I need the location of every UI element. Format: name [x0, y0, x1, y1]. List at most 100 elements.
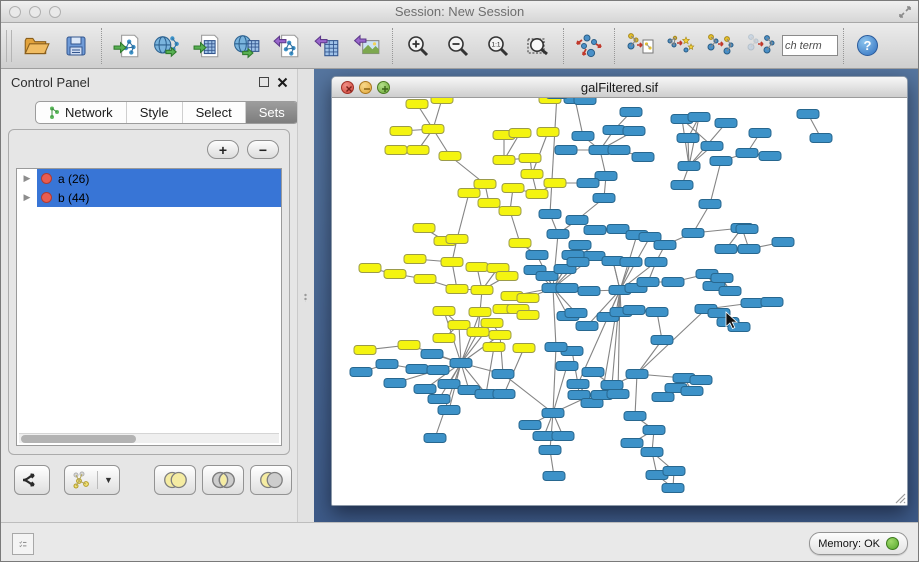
graph-node[interactable]	[433, 334, 455, 343]
graph-node[interactable]	[759, 152, 781, 161]
graph-node[interactable]	[607, 390, 629, 399]
graph-node[interactable]	[458, 189, 480, 198]
graph-node[interactable]	[576, 322, 598, 331]
network-frame[interactable]: galFiltered.sif	[331, 76, 908, 506]
fullscreen-icon[interactable]	[898, 5, 912, 19]
export-image-button[interactable]	[347, 26, 387, 66]
graph-node[interactable]	[543, 472, 565, 481]
graph-node[interactable]	[646, 308, 668, 317]
graph-node[interactable]	[509, 129, 531, 138]
graph-node[interactable]	[690, 376, 712, 385]
set-row[interactable]: ▶ a (26)	[17, 169, 281, 188]
remove-set-button[interactable]: −	[247, 140, 279, 159]
network-canvas[interactable]	[332, 98, 907, 505]
graph-node[interactable]	[354, 346, 376, 355]
help-button[interactable]: ?	[857, 35, 878, 56]
export-table-button[interactable]	[307, 26, 347, 66]
tab-select[interactable]: Select	[183, 102, 246, 123]
graph-node[interactable]	[578, 287, 600, 296]
graph-node[interactable]	[526, 190, 548, 199]
graph-node[interactable]	[424, 434, 446, 443]
graph-node[interactable]	[539, 446, 561, 455]
zoom-selected-button[interactable]	[518, 26, 558, 66]
graph-node[interactable]	[711, 274, 733, 283]
graph-node[interactable]	[641, 448, 663, 457]
graph-node[interactable]	[584, 226, 606, 235]
graph-node[interactable]	[376, 360, 398, 369]
open-session-button[interactable]	[16, 26, 56, 66]
graph-node[interactable]	[492, 370, 514, 379]
graph-node[interactable]	[749, 129, 771, 138]
graph-node[interactable]	[406, 365, 428, 374]
add-set-button[interactable]: +	[207, 140, 239, 159]
graph-node[interactable]	[637, 278, 659, 287]
graph-node[interactable]	[688, 113, 710, 122]
graph-node[interactable]	[439, 152, 461, 161]
graph-node[interactable]	[438, 406, 460, 415]
split-set-button[interactable]	[14, 465, 50, 495]
hide-selected-button[interactable]	[700, 26, 740, 66]
graph-node[interactable]	[496, 272, 518, 281]
graph-node[interactable]	[620, 108, 642, 117]
graph-node[interactable]	[481, 319, 503, 328]
splitter-grip[interactable]	[303, 293, 308, 302]
intersect-sets-button[interactable]	[202, 465, 244, 495]
graph-node[interactable]	[761, 298, 783, 307]
task-history-button[interactable]	[12, 533, 34, 555]
panel-splitter[interactable]	[297, 69, 314, 522]
graph-node[interactable]	[741, 299, 763, 308]
graph-node[interactable]	[623, 127, 645, 136]
graph-node[interactable]	[478, 199, 500, 208]
graph-node[interactable]	[738, 245, 760, 254]
graph-node[interactable]	[556, 284, 578, 293]
union-sets-button[interactable]	[154, 465, 196, 495]
expand-arrow-icon[interactable]: ▶	[17, 173, 37, 184]
graph-node[interactable]	[422, 125, 444, 134]
graph-node[interactable]	[448, 321, 470, 330]
graph-node[interactable]	[385, 146, 407, 155]
graph-node[interactable]	[384, 379, 406, 388]
export-network-button[interactable]	[267, 26, 307, 66]
graph-node[interactable]	[608, 146, 630, 155]
graph-node[interactable]	[489, 331, 511, 340]
graph-node[interactable]	[662, 278, 684, 287]
graph-node[interactable]	[414, 275, 436, 284]
tab-sets[interactable]: Sets	[246, 102, 298, 123]
graph-node[interactable]	[519, 421, 541, 430]
graph-node[interactable]	[621, 439, 643, 448]
graph-node[interactable]	[645, 258, 667, 267]
graph-node[interactable]	[603, 126, 625, 135]
graph-node[interactable]	[701, 142, 723, 151]
graph-node[interactable]	[537, 128, 559, 137]
graph-node[interactable]	[652, 393, 674, 402]
graph-node[interactable]	[350, 368, 372, 377]
graph-node[interactable]	[663, 467, 685, 476]
graph-node[interactable]	[566, 216, 588, 225]
zoom-out-button[interactable]	[438, 26, 478, 66]
title-bar[interactable]: Session: New Session	[1, 1, 918, 23]
graph-node[interactable]	[719, 287, 741, 296]
resize-grip-icon[interactable]	[892, 490, 906, 504]
graph-node[interactable]	[547, 230, 569, 239]
graph-node[interactable]	[654, 241, 676, 250]
graph-node[interactable]	[431, 98, 453, 104]
graph-node[interactable]	[384, 270, 406, 279]
graph-node[interactable]	[593, 194, 615, 203]
graph-node[interactable]	[572, 132, 594, 141]
graph-node[interactable]	[421, 350, 443, 359]
graph-node[interactable]	[493, 156, 515, 165]
save-session-button[interactable]	[56, 26, 96, 66]
graph-node[interactable]	[433, 307, 455, 316]
graph-node[interactable]	[567, 380, 589, 389]
graph-node[interactable]	[413, 224, 435, 233]
select-first-neighbors-button[interactable]	[660, 26, 700, 66]
graph-node[interactable]	[407, 146, 429, 155]
graph-node[interactable]	[677, 134, 699, 143]
graph-node[interactable]	[556, 362, 578, 371]
graph-node[interactable]	[624, 412, 646, 421]
graph-node[interactable]	[526, 251, 548, 260]
import-table-file-button[interactable]	[187, 26, 227, 66]
toolbar-drag-handle[interactable]	[6, 30, 12, 62]
import-network-file-button[interactable]	[107, 26, 147, 66]
dropdown-arrow-icon[interactable]: ▼	[97, 471, 113, 489]
